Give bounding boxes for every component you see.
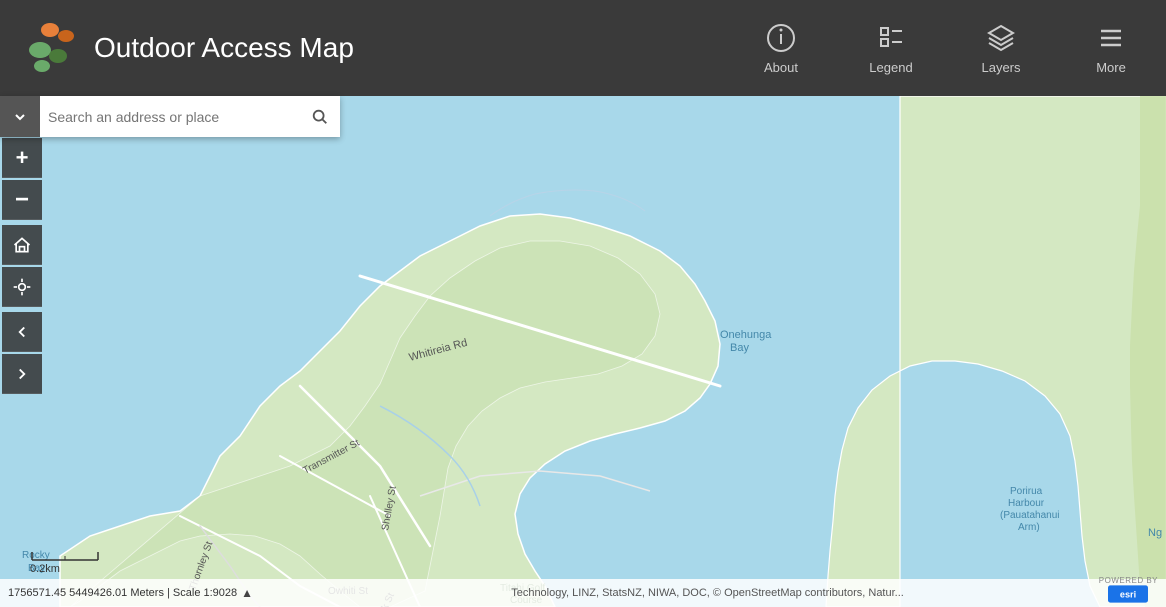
logo [20,18,80,78]
nav-layers-label: Layers [981,60,1020,75]
svg-text:(Pauatahanui: (Pauatahanui [1000,510,1060,521]
scale-line [30,550,100,562]
search-input[interactable] [40,96,300,137]
home-button[interactable] [2,225,42,265]
map-svg: Whitireia Rd Transmitter St Shelley St T… [0,96,1166,607]
nav-about-button[interactable]: About [726,0,836,96]
svg-text:Arm): Arm) [1018,522,1040,533]
back-button[interactable] [2,312,42,352]
scale-bar: 0.2km [30,550,100,575]
svg-text:esri: esri [1120,589,1136,599]
header: Outdoor Access Map About Legend [0,0,1166,96]
search-bar [0,96,340,137]
nav-layers-button[interactable]: Layers [946,0,1056,96]
locate-button[interactable] [2,267,42,307]
zoom-in-button[interactable]: + [2,138,42,178]
zoom-out-button[interactable]: − [2,180,42,220]
svg-text:Porirua: Porirua [1010,486,1043,497]
app-title: Outdoor Access Map [94,32,354,64]
scale-label: 0.2km [30,563,60,575]
map-area[interactable]: Whitireia Rd Transmitter St Shelley St T… [0,96,1166,607]
nav-bar: About Legend Layers [726,0,1166,96]
nav-more-label: More [1096,60,1126,75]
powered-by-text: POWERED BY [1099,576,1158,585]
bottom-bar: 1756571.45 5449426.01 Meters | Scale 1:9… [0,579,1166,607]
logo-area: Outdoor Access Map [0,18,726,78]
chevron-up-button[interactable]: ▲ [241,586,253,600]
nav-legend-label: Legend [869,60,912,75]
map-controls: + − [0,137,44,395]
attribution-text: Technology, LINZ, StatsNZ, NIWA, DOC, © … [257,587,1158,599]
svg-text:Bay: Bay [730,342,749,354]
nav-about-label: About [764,60,798,75]
nav-more-button[interactable]: More [1056,0,1166,96]
esri-logo: POWERED BY esri [1099,576,1158,603]
search-submit-button[interactable] [300,96,340,137]
coordinates-display: 1756571.45 5449426.01 Meters | Scale 1:9… [8,587,237,599]
svg-text:Onehunga: Onehunga [720,329,772,341]
svg-text:Harbour: Harbour [1008,498,1045,509]
svg-text:Ng: Ng [1148,527,1162,539]
forward-button[interactable] [2,354,42,394]
nav-legend-button[interactable]: Legend [836,0,946,96]
search-dropdown-button[interactable] [0,96,40,137]
